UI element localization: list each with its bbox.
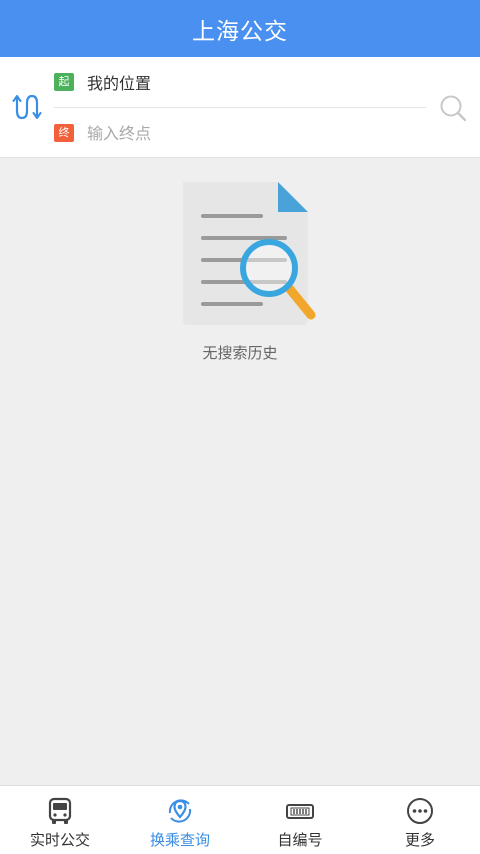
start-location-row[interactable]: 起 我的位置 (54, 57, 426, 107)
end-location-input[interactable] (87, 123, 387, 143)
bus-icon (48, 797, 72, 824)
tab-label: 更多 (404, 831, 435, 849)
tab-label: 实时公交 (29, 831, 90, 849)
end-location-row[interactable]: 终 (54, 108, 426, 158)
tab-label: 换乘查询 (149, 831, 210, 849)
start-location-text[interactable]: 我的位置 (87, 70, 151, 94)
search-icon[interactable] (438, 93, 468, 123)
more-dots-icon (407, 798, 433, 824)
route-pin-icon (168, 799, 192, 823)
swap-route-icon[interactable] (11, 91, 43, 123)
document-search-icon (183, 182, 316, 325)
end-badge: 终 (54, 124, 74, 142)
tab-label: 自编号 (277, 831, 323, 849)
route-input-panel: 起 我的位置 终 (0, 57, 480, 158)
empty-history-message: 无搜索历史 (202, 344, 278, 362)
tab-vehicle-number[interactable]: 自编号 (240, 786, 360, 854)
tab-realtime-bus[interactable]: 实时公交 (0, 786, 120, 854)
start-badge: 起 (54, 73, 74, 91)
tab-more[interactable]: 更多 (360, 786, 480, 854)
page-title: 上海公交 (192, 18, 288, 45)
empty-history-state: 无搜索历史 (0, 180, 480, 363)
tab-transfer-query[interactable]: 换乘查询 (120, 786, 240, 854)
bottom-tab-bar: 实时公交 换乘查询 自编号 更多 (0, 785, 480, 854)
app-title-bar: 上海公交 (0, 0, 480, 57)
vehicle-number-icon (286, 804, 314, 819)
